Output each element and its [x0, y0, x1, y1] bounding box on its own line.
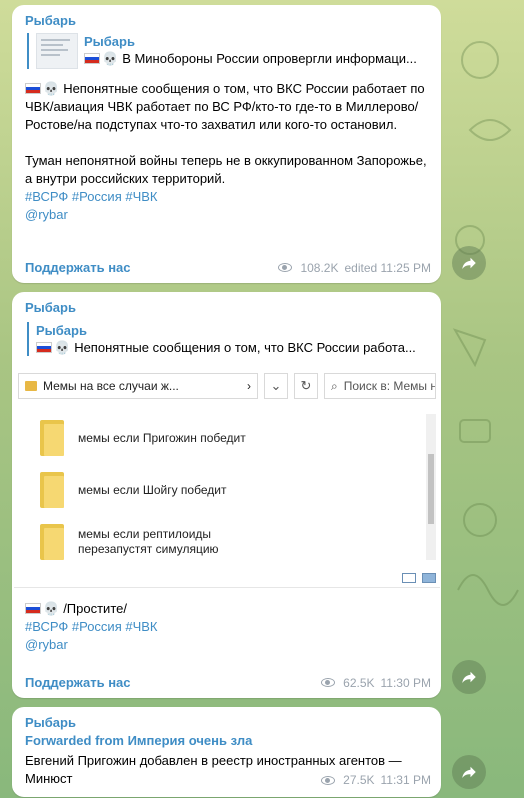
refresh-icon: ↻	[300, 378, 312, 393]
hashtags[interactable]: #ВСРФ #Россия #ЧВК	[25, 618, 430, 636]
skull-icon: 💀	[43, 601, 60, 616]
message-time: 11:30 PM	[380, 675, 431, 690]
skull-icon: 💀	[54, 340, 71, 355]
address-path: Мемы на все случаи ж...	[43, 379, 179, 393]
forwarded-from[interactable]: Forwarded from Империя очень зла	[25, 733, 252, 748]
view-count: 108.2K	[300, 260, 339, 275]
share-arrow-icon	[462, 257, 476, 269]
chevron-down-icon: ⌄	[270, 378, 282, 393]
folder-name: мемы если рептилоиды перезапустят симуля…	[78, 527, 219, 556]
explorer-screenshot[interactable]: Мемы на все случаи ж... › ⌄ ↻ ⌕ Поиск в:…	[14, 368, 440, 588]
address-bar[interactable]: Мемы на все случаи ж... ›	[18, 373, 258, 399]
message-paragraph: Туман непонятной войны теперь не в оккуп…	[25, 153, 427, 186]
explorer-toolbar: Мемы на все случаи ж... › ⌄ ↻ ⌕ Поиск в:…	[14, 368, 440, 404]
reply-sender: Рыбарь	[84, 34, 135, 49]
search-input[interactable]: ⌕ Поиск в: Мемы н...	[324, 373, 436, 399]
channel-link[interactable]: @rybar	[25, 206, 430, 224]
scrollbar-thumb[interactable]	[428, 454, 434, 524]
channel-link[interactable]: @rybar	[25, 636, 430, 654]
folder-icon	[40, 472, 64, 508]
view-count: 27.5K	[343, 773, 375, 787]
message-time: 11:31 PM	[380, 773, 431, 787]
message-sender[interactable]: Рыбарь	[25, 300, 76, 315]
view-count: 62.5K	[343, 675, 375, 690]
eye-icon	[278, 263, 293, 272]
russia-flag-icon	[25, 83, 41, 94]
folder-icon	[40, 524, 64, 560]
message-1: Рыбарь Рыбарь 💀 В Минобороны России опров…	[12, 5, 441, 283]
view-switcher	[402, 573, 436, 583]
eye-icon	[321, 678, 336, 687]
refresh-button[interactable]: ↻	[294, 373, 318, 399]
message-sender[interactable]: Рыбарь	[25, 715, 76, 730]
message-time: edited 11:25 PM	[344, 260, 431, 275]
support-link[interactable]: Поддержать нас	[25, 260, 131, 275]
hashtags[interactable]: #ВСРФ #Россия #ЧВК	[25, 188, 430, 206]
folder-icon	[25, 381, 37, 391]
message-paragraph: Непонятные сообщения о том, что ВКС Росс…	[25, 81, 425, 132]
folder-item[interactable]: мемы если Шойгу победит	[40, 472, 226, 508]
search-icon: ⌕	[331, 378, 338, 393]
details-view-icon[interactable]	[402, 573, 416, 583]
message-body: 💀 Непонятные сообщения о том, что ВКС Рос…	[25, 80, 430, 224]
russia-flag-icon	[25, 603, 41, 614]
dropdown-button[interactable]: ⌄	[264, 373, 288, 399]
eye-icon	[321, 775, 336, 785]
share-button[interactable]	[452, 755, 486, 789]
skull-icon: 💀	[43, 81, 60, 96]
share-arrow-icon	[462, 671, 476, 683]
message-body: 💀/Простите/ #ВСРФ #Россия #ЧВК @rybar	[25, 600, 430, 654]
folder-item[interactable]: мемы если рептилоиды перезапустят симуля…	[40, 524, 228, 560]
folder-name: мемы если Пригожин победит	[78, 431, 246, 445]
skull-icon: 💀	[102, 51, 119, 66]
reply-text: Непонятные сообщения о том, что ВКС Росс…	[74, 340, 416, 355]
share-arrow-icon	[462, 766, 476, 778]
message-2: Рыбарь Рыбарь 💀 Непонятные сообщения о то…	[12, 292, 441, 698]
scrollbar[interactable]	[426, 414, 436, 560]
message-sender[interactable]: Рыбарь	[25, 13, 76, 28]
search-placeholder: Поиск в: Мемы н...	[343, 379, 435, 393]
message-3: Рыбарь Forwarded from Империя очень зла …	[12, 707, 441, 797]
message-paragraph: /Простите/	[63, 601, 127, 616]
folder-icon	[40, 420, 64, 456]
large-icons-view-icon[interactable]	[422, 573, 436, 583]
reply-text: В Минобороны России опровергли информаци…	[122, 51, 417, 66]
folder-list: мемы если Пригожин победит мемы если Шой…	[14, 412, 424, 562]
support-link[interactable]: Поддержать нас	[25, 675, 131, 690]
russia-flag-icon	[36, 342, 52, 353]
reply-sender: Рыбарь	[36, 323, 87, 338]
share-button[interactable]	[452, 660, 486, 694]
folder-item[interactable]: мемы если Пригожин победит	[40, 420, 246, 456]
reply-thumbnail	[36, 33, 78, 69]
reply-preview[interactable]: Рыбарь 💀 В Минобороны России опровергли и…	[27, 33, 435, 69]
reply-preview[interactable]: Рыбарь 💀 Непонятные сообщения о том, что …	[27, 322, 435, 356]
chevron-right-icon: ›	[247, 379, 251, 393]
russia-flag-icon	[84, 53, 100, 64]
folder-name: мемы если Шойгу победит	[78, 483, 227, 497]
share-button[interactable]	[452, 246, 486, 280]
